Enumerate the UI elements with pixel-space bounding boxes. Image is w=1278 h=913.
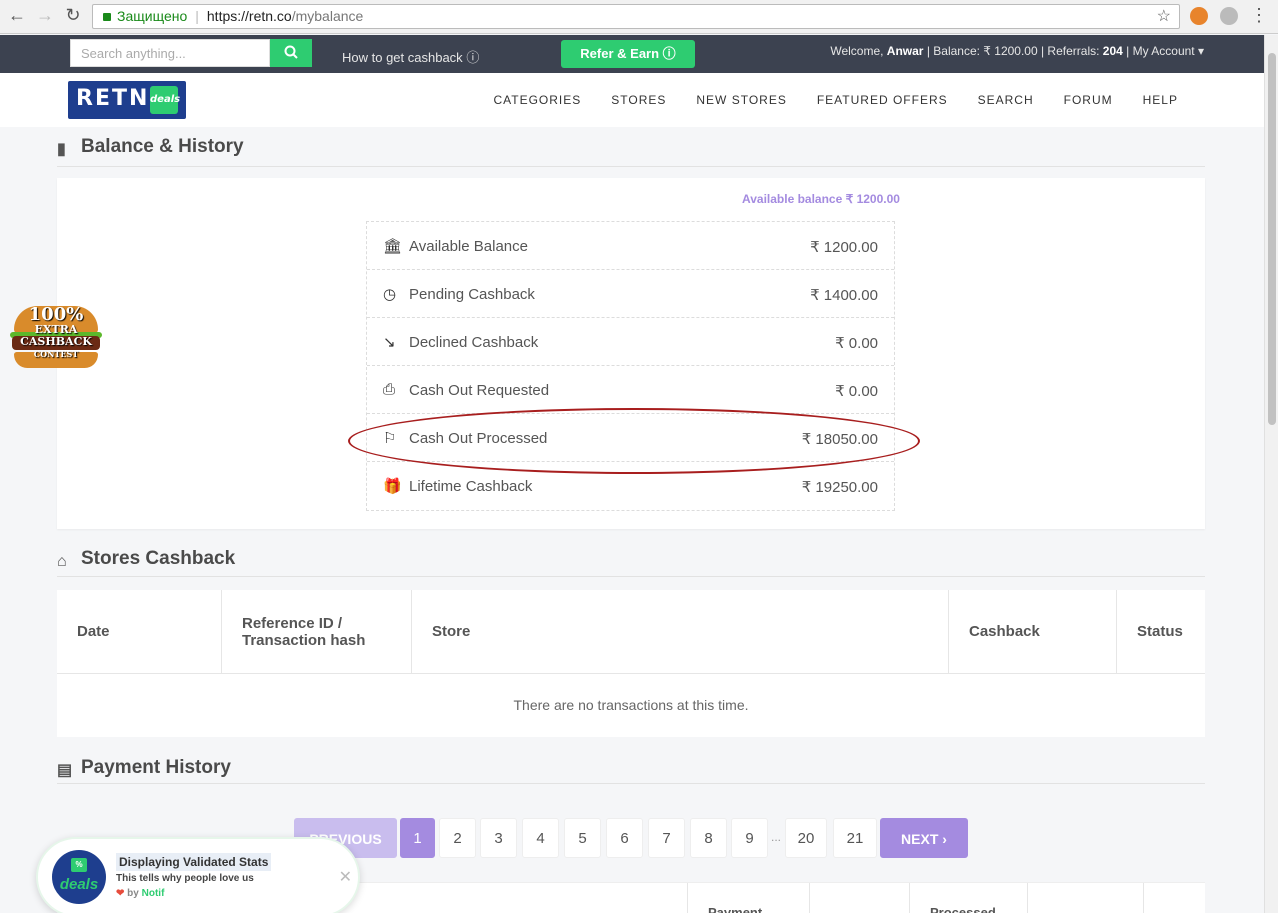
col-reference-id: Reference ID / Transaction hash	[222, 590, 412, 674]
extra-cashback-contest-badge[interactable]: 100% EXTRA CASHBACK CONTEST	[8, 300, 104, 372]
clock-icon: ◷	[383, 286, 397, 303]
page-5[interactable]: 5	[564, 818, 601, 858]
bookmark-star-icon[interactable]: ☆	[1157, 5, 1171, 28]
book-icon: ▮	[57, 141, 66, 158]
scrollbar-thumb[interactable]	[1268, 53, 1276, 425]
balance-section-title: ▮ Balance & History	[57, 136, 244, 158]
page-scrollbar[interactable]	[1264, 35, 1278, 913]
my-account-menu[interactable]: | My Account ▾	[1123, 44, 1204, 58]
page-6[interactable]: 6	[606, 818, 643, 858]
close-icon[interactable]: ✕	[339, 867, 352, 887]
col-payment: Payment	[687, 883, 809, 913]
url-host: https://retn.co	[206, 8, 292, 24]
notif-credit: ❤ by Notif	[116, 888, 165, 899]
payment-section-title: ▤ Payment History	[57, 757, 231, 779]
search-input[interactable]: Search anything...	[70, 39, 270, 67]
globe-extension-icon[interactable]	[1220, 7, 1238, 25]
browser-chrome: ← → ↻ Защищено | https://retn.co/mybalance…	[0, 0, 1278, 34]
page-7[interactable]: 7	[648, 818, 685, 858]
refer-earn-button[interactable]: Refer & Earn ⓘ	[561, 40, 695, 68]
main-nav: CATEGORIES STORES NEW STORES FEATURED OF…	[493, 93, 1178, 107]
available-balance-label: Available balance ₹ 1200.00	[742, 192, 900, 206]
notif-social-proof-popup[interactable]: % deals Displaying Validated Stats This …	[36, 837, 360, 913]
heart-icon: ❤	[116, 888, 125, 899]
bank-icon: 🏛	[383, 238, 403, 255]
page-9[interactable]: 9	[731, 818, 768, 858]
empty-message: There are no transactions at this time.	[513, 697, 749, 713]
lock-icon	[103, 13, 111, 21]
stores-cashback-table: Date Reference ID / Transaction hash Sto…	[57, 590, 1205, 737]
balance-row-available: 🏛 Available Balance ₹ 1200.00	[367, 222, 894, 270]
welcome-bar: Welcome, Anwar | Balance: ₹ 1200.00 | Re…	[830, 44, 1204, 58]
page-20[interactable]: 20	[785, 818, 827, 858]
page-3[interactable]: 3	[480, 818, 517, 858]
printer-icon: ⎙	[383, 381, 396, 398]
forward-icon[interactable]: →	[34, 5, 56, 26]
nav-categories[interactable]: CATEGORIES	[493, 93, 581, 107]
balance-row-declined: ↘ Declined Cashback ₹ 0.00	[367, 318, 894, 366]
search-button[interactable]	[270, 39, 312, 67]
col-cashback: Cashback	[949, 590, 1117, 674]
notif-subtitle: This tells why people love us	[116, 873, 254, 884]
divider	[57, 783, 1205, 784]
address-bar[interactable]: Защищено | https://retn.co/mybalance ☆	[92, 4, 1180, 29]
gift-icon: 🎁	[383, 478, 402, 495]
col-status: Status	[1117, 590, 1205, 674]
site-header: RETN deals CATEGORIES STORES NEW STORES …	[0, 73, 1264, 127]
caret-down-icon: ▾	[1197, 44, 1204, 58]
site-topbar: Search anything... How to get cashback ⓘ…	[0, 35, 1264, 73]
nav-search[interactable]: SEARCH	[978, 93, 1034, 107]
nav-forum[interactable]: FORUM	[1064, 93, 1113, 107]
nav-new-stores[interactable]: NEW STORES	[696, 93, 786, 107]
referrals-count: 204	[1102, 44, 1123, 58]
page-8[interactable]: 8	[690, 818, 727, 858]
red-hand-drawn-circle	[348, 408, 920, 474]
divider	[57, 576, 1205, 577]
browser-menu-icon[interactable]: ⋮	[1248, 5, 1270, 26]
nav-featured-offers[interactable]: FEATURED OFFERS	[817, 93, 948, 107]
col-processed: Processed	[909, 883, 1027, 913]
search-icon	[284, 45, 298, 59]
how-to-get-cashback-link[interactable]: How to get cashback ⓘ	[342, 47, 479, 66]
pagination-next[interactable]: NEXT ›	[880, 818, 968, 858]
balance-row-pending: ◷ Pending Cashback ₹ 1400.00	[367, 270, 894, 318]
question-circle-icon: ⓘ	[466, 50, 480, 65]
back-icon[interactable]: ←	[6, 5, 28, 26]
home-icon: ⌂	[57, 553, 67, 570]
question-circle-icon: ⓘ	[662, 46, 676, 61]
nav-stores[interactable]: STORES	[611, 93, 666, 107]
page-2[interactable]: 2	[439, 818, 476, 858]
reload-icon[interactable]: ↻	[62, 5, 84, 26]
secure-label: Защищено	[117, 8, 188, 24]
col-store: Store	[412, 590, 949, 674]
metamask-extension-icon[interactable]	[1190, 7, 1208, 25]
user-name: Anwar	[886, 44, 924, 58]
col-date: Date	[57, 590, 222, 674]
nav-help[interactable]: HELP	[1143, 93, 1178, 107]
page-1[interactable]: 1	[400, 818, 435, 858]
receipt-icon: ▤	[57, 762, 73, 779]
stores-section-title: ⌂ Stores Cashback	[57, 548, 236, 570]
url-path: /mybalance	[291, 8, 364, 24]
page-4[interactable]: 4	[522, 818, 559, 858]
divider	[57, 166, 1205, 167]
notif-title: Displaying Validated Stats	[116, 853, 272, 871]
pagination-ellipsis: ...	[771, 830, 782, 844]
trend-down-icon: ↘	[383, 334, 396, 351]
notif-avatar: % deals	[52, 850, 106, 904]
page-21[interactable]: 21	[833, 818, 877, 858]
site-logo[interactable]: RETN deals	[68, 81, 186, 119]
balance-row-cashout-requested: ⎙ Cash Out Requested ₹ 0.00	[367, 366, 894, 414]
